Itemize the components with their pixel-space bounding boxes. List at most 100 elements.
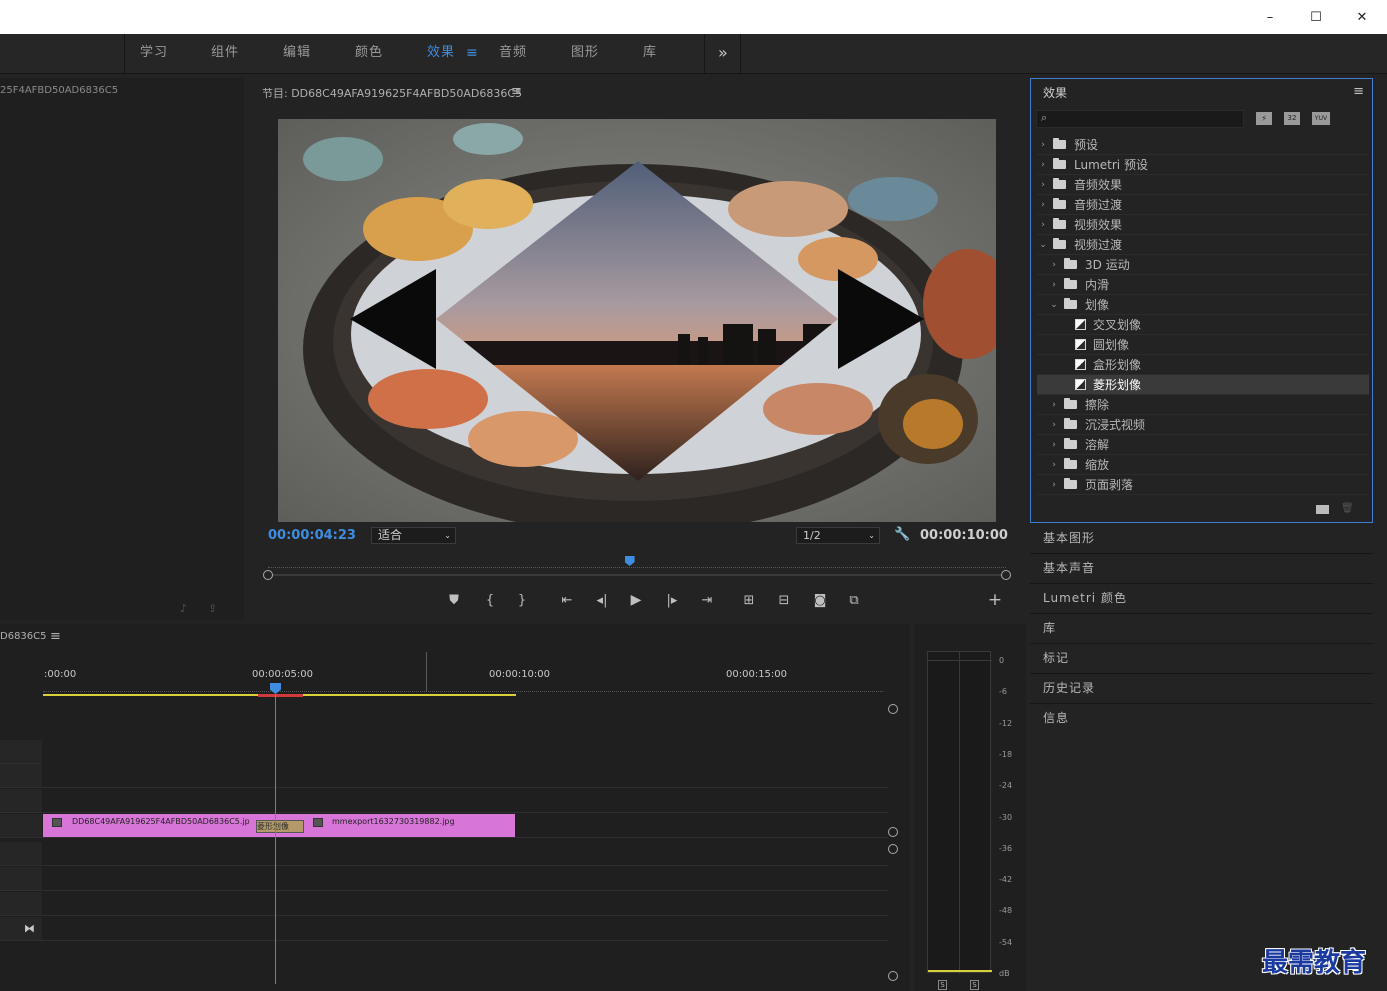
track-header[interactable] [0, 740, 42, 764]
mark-in-button[interactable]: { [480, 590, 500, 610]
side-panel-tab[interactable]: 基本图形 [1030, 524, 1373, 554]
track-header[interactable]: ⧓ [0, 917, 42, 941]
effects-tree-item[interactable]: › 视频效果 [1037, 215, 1369, 235]
32bit-effects-icon[interactable]: 32 [1284, 112, 1300, 125]
effects-tree-item[interactable]: › 页面剥落 [1037, 475, 1369, 495]
minimize-button[interactable]: – [1247, 0, 1293, 34]
export-icon[interactable]: ⇪ [208, 602, 217, 615]
chevron-right-icon[interactable]: › [1037, 220, 1049, 230]
chevron-right-icon[interactable]: › [1037, 140, 1049, 150]
program-time-ruler[interactable] [268, 560, 1006, 568]
track-header[interactable] [0, 814, 42, 838]
track-header[interactable] [0, 867, 42, 891]
effects-search-input[interactable]: ⌕ [1036, 110, 1244, 128]
go-to-out-button[interactable]: ⇥ [696, 590, 718, 610]
play-button[interactable]: ▶ [626, 590, 646, 610]
mark-out-button[interactable]: } [512, 590, 532, 610]
effects-tree-item[interactable]: › 音频过渡 [1037, 195, 1369, 215]
track-header[interactable] [0, 842, 42, 866]
timeline-playhead[interactable] [270, 683, 281, 694]
effects-tree-item[interactable]: 盒形划像 [1037, 355, 1369, 375]
effects-tree-item[interactable]: › 音频效果 [1037, 175, 1369, 195]
camera-icon[interactable]: ◙ [810, 590, 830, 610]
chevron-right-icon[interactable]: › [1048, 260, 1060, 270]
add-marker-button[interactable]: ⛊ [444, 590, 464, 610]
side-panel-tab[interactable]: Lumetri 颜色 [1030, 584, 1373, 614]
chevron-right-icon[interactable]: › [1048, 440, 1060, 450]
vertical-scroll-handle[interactable] [888, 844, 898, 854]
current-timecode[interactable]: 00:00:04:23 [268, 528, 356, 543]
effects-tree-item[interactable]: › Lumetri 预设 [1037, 155, 1369, 175]
solo-button-left[interactable]: S [938, 980, 947, 990]
chevron-right-icon[interactable]: › [1048, 280, 1060, 290]
insert-icon[interactable]: ♪ [180, 602, 187, 615]
clip-1[interactable]: DD68C49AFA919625F4AFBD50AD6836C5.jp [72, 817, 250, 826]
effects-menu-icon[interactable]: ≡ [1353, 84, 1364, 99]
compare-view-button[interactable]: ⧉ [844, 590, 864, 610]
timeline-menu-icon[interactable]: ≡ [50, 629, 61, 644]
lift-button[interactable]: ⊞ [738, 590, 760, 610]
delete-icon[interactable]: 🗑 [1341, 503, 1354, 514]
chevron-right-icon[interactable]: › [1048, 420, 1060, 430]
clip-2[interactable]: mmexport1632730319882.jpg [332, 817, 455, 826]
solo-button-right[interactable]: S [970, 980, 979, 990]
wrench-icon[interactable]: 🔧 [894, 527, 910, 542]
scroll-handle-right[interactable] [1001, 570, 1011, 580]
effects-tree-item[interactable]: › 预设 [1037, 135, 1369, 155]
go-to-in-button[interactable]: ⇤ [556, 590, 578, 610]
accelerated-effects-icon[interactable]: ⚡ [1256, 112, 1272, 125]
workspace-tab-learn[interactable]: 学习 [140, 34, 168, 74]
extract-button[interactable]: ⊟ [773, 590, 795, 610]
chevron-right-icon[interactable]: › [1037, 180, 1049, 190]
step-back-button[interactable]: ◂| [592, 590, 612, 610]
effects-tree-item[interactable]: › 缩放 [1037, 455, 1369, 475]
track-header[interactable] [0, 764, 42, 788]
chevron-down-icon[interactable]: ⌄ [1037, 240, 1049, 250]
timeline-ruler[interactable] [43, 684, 883, 692]
diamond-wipe-transition[interactable]: 菱形划像 [256, 820, 304, 833]
scroll-handle-left[interactable] [263, 570, 273, 580]
track-header[interactable] [0, 789, 42, 813]
workspace-tab-graphics[interactable]: 图形 [571, 34, 599, 74]
chevron-right-icon[interactable]: › [1048, 480, 1060, 490]
effects-tree-item[interactable]: 圆划像 [1037, 335, 1369, 355]
vertical-scroll-handle[interactable] [888, 704, 898, 714]
chevron-right-icon[interactable]: › [1048, 460, 1060, 470]
yuv-effects-icon[interactable]: YUV [1312, 112, 1330, 125]
chevron-down-icon[interactable]: ⌄ [1048, 300, 1060, 310]
step-forward-button[interactable]: |▸ [662, 590, 682, 610]
workspace-tab-effects[interactable]: 效果 [427, 34, 455, 74]
side-panel-tab[interactable]: 库 [1030, 614, 1373, 644]
close-button[interactable]: ✕ [1339, 0, 1385, 34]
effects-tree-item[interactable]: ⌄ 划像 [1037, 295, 1369, 315]
resolution-dropdown[interactable]: 1/2 ⌄ [796, 527, 880, 544]
vertical-scroll-handle[interactable] [888, 827, 898, 837]
video-preview[interactable] [278, 119, 996, 522]
program-menu-icon[interactable]: ≡ [511, 84, 522, 99]
side-panel-tab[interactable]: 历史记录 [1030, 674, 1373, 704]
effects-tree-item[interactable]: › 内滑 [1037, 275, 1369, 295]
fit-dropdown[interactable]: 适合 ⌄ [371, 527, 456, 544]
workspace-tab-color[interactable]: 颜色 [355, 34, 383, 74]
effects-tree-item[interactable]: ⌄ 视频过渡 [1037, 235, 1369, 255]
more-workspaces-icon[interactable]: » [718, 34, 729, 74]
workspace-tab-assembly[interactable]: 组件 [211, 34, 239, 74]
workspace-tab-libraries[interactable]: 库 [643, 34, 657, 74]
add-button-icon[interactable]: + [985, 590, 1005, 610]
side-panel-tab[interactable]: 基本声音 [1030, 554, 1373, 584]
chevron-right-icon[interactable]: › [1037, 200, 1049, 210]
side-panel-tab[interactable]: 信息 [1030, 704, 1373, 734]
effects-tree-item[interactable]: › 3D 运动 [1037, 255, 1369, 275]
chevron-right-icon[interactable]: › [1048, 400, 1060, 410]
effects-tree-item[interactable]: 菱形划像 [1037, 375, 1369, 395]
side-panel-tab[interactable]: 标记 [1030, 644, 1373, 674]
workspace-tab-editing[interactable]: 编辑 [283, 34, 311, 74]
maximize-button[interactable]: ☐ [1293, 0, 1339, 34]
zoom-scrollbar[interactable] [273, 574, 1001, 576]
vertical-scroll-handle[interactable] [888, 971, 898, 981]
effects-tree-item[interactable]: › 溶解 [1037, 435, 1369, 455]
workspace-tab-audio[interactable]: 音频 [499, 34, 527, 74]
effects-tree-item[interactable]: 交叉划像 [1037, 315, 1369, 335]
effects-tree-item[interactable]: › 沉浸式视频 [1037, 415, 1369, 435]
new-bin-icon[interactable] [1316, 505, 1329, 514]
